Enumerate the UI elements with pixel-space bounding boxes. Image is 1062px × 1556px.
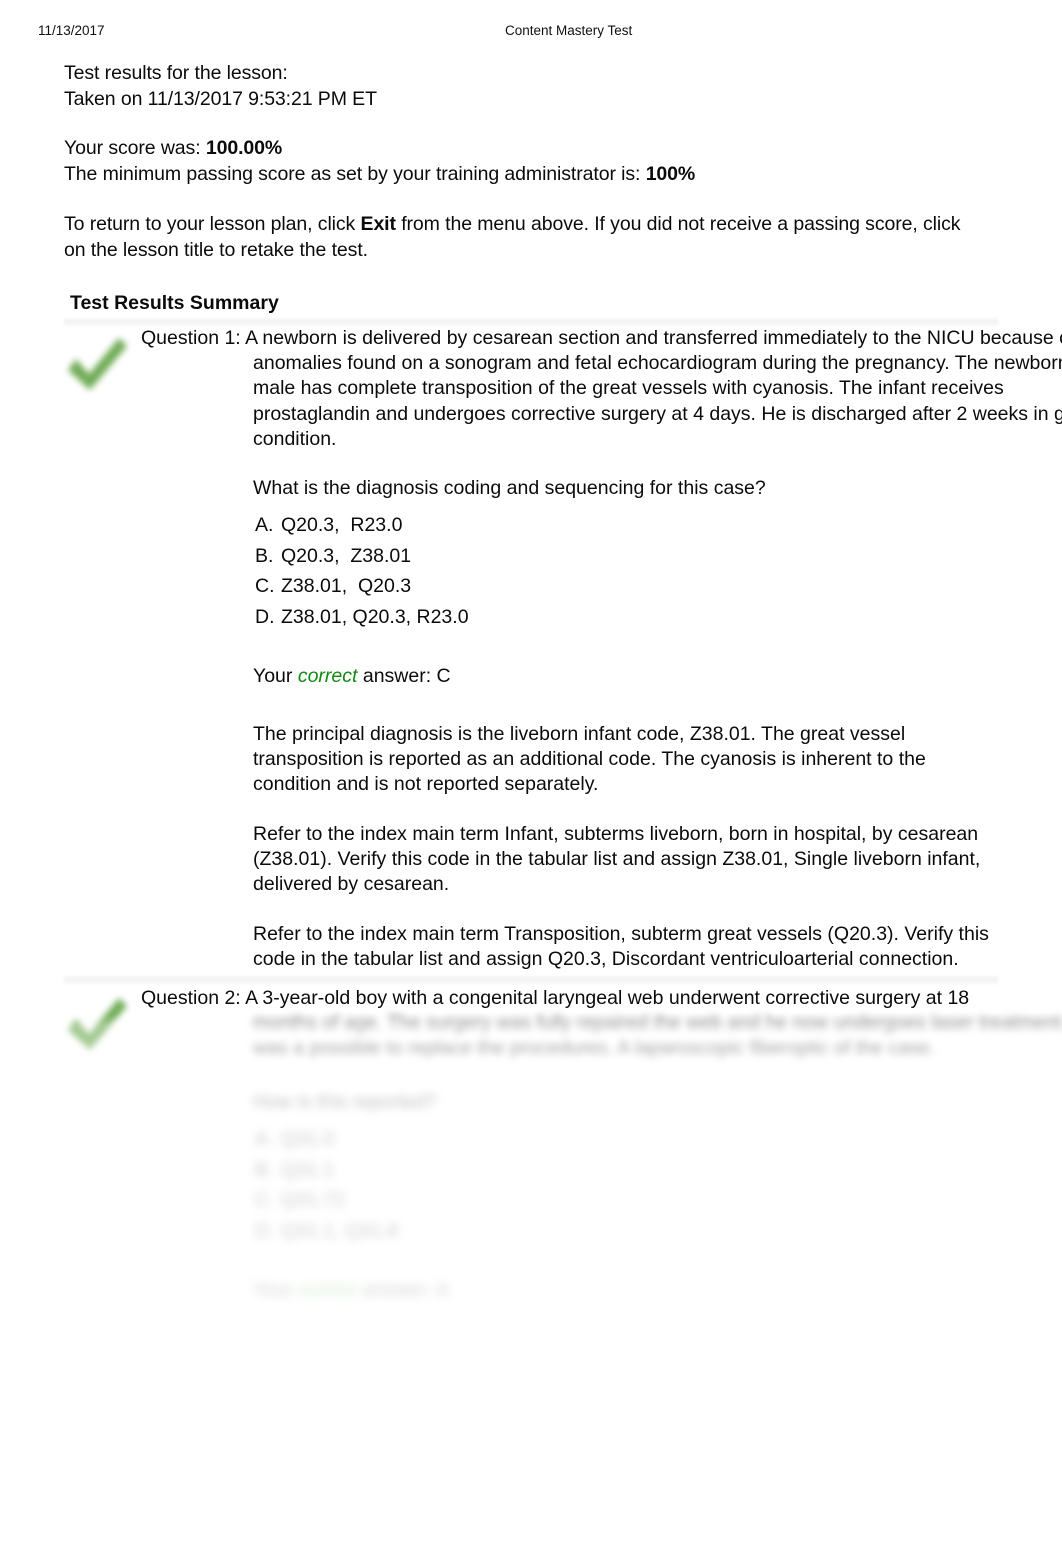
passing-score-label: The minimum passing score as set by your…: [64, 162, 646, 185]
answer-option[interactable]: D. Z38.01, Q20.3, R23.0: [255, 602, 955, 633]
explanation-paragraph: Refer to the index main term Infant, sub…: [253, 823, 981, 896]
answer-option-text: Z38.01, Q20.3: [281, 575, 412, 597]
your-answer-suffix: answer: C: [357, 665, 451, 687]
score-line: Your score was: 100.00%: [64, 136, 964, 162]
answer-options-list: A. Q20.3, R23.0 B. Q20.3, Z38.01 C. Z38.01,…: [255, 510, 955, 632]
print-header: 11/13/2017 Content Mastery Test: [0, 22, 1062, 40]
question-text: Question 1: A newborn is delivered by ce…: [141, 326, 1062, 452]
question-label: Question 1:: [141, 327, 241, 349]
green-check-icon: [62, 994, 132, 1060]
answer-option-text: Q20.3, R23.0: [281, 514, 403, 536]
instructions-part-1: To return to your lesson plan, click: [64, 213, 361, 235]
answer-option-letter: B.: [255, 544, 274, 567]
section-divider-question-2: [64, 976, 998, 985]
passing-score-value: 100%: [645, 162, 696, 185]
question-stem-faded: months of age. The surgery was fully rep…: [253, 1012, 1062, 1060]
answer-option-text: Q31.1, Q31.8: [281, 1219, 399, 1242]
answer-option[interactable]: A. Q20.3, R23.0: [255, 510, 955, 541]
answer-option[interactable]: D. Q31.1, Q31.8: [255, 1216, 955, 1247]
instructions-block: To return to your lesson plan, click Exi…: [64, 212, 984, 263]
your-answer-line: Your correct answer: A: [253, 1278, 448, 1303]
score-label: Your score was:: [64, 137, 206, 159]
intro-block: Test results for the lesson: Taken on 11…: [64, 61, 764, 112]
answer-option-text: Q20.3, Z38.01: [281, 544, 412, 567]
answer-option-text: Q31.0: [281, 1128, 335, 1150]
question-text: Question 2: A 3-year-old boy with a cong…: [141, 986, 1062, 1062]
answer-option[interactable]: C. Z38.01, Q20.3: [255, 571, 955, 602]
your-answer-line: Your correct answer: C: [253, 664, 451, 689]
content-fade-overlay: [0, 986, 1062, 1556]
answer-option[interactable]: A. Q31.0: [255, 1124, 955, 1155]
answer-options-list: A. Q31.0 B. Q31.1 C. Q31.72 D. Q31.1, Q31.8: [255, 1124, 955, 1246]
answer-option-letter: A.: [255, 1128, 274, 1150]
score-block: Your score was: 100.00% The minimum pass…: [64, 136, 964, 187]
answer-verdict: correct: [297, 1279, 358, 1301]
answer-option-letter: C.: [255, 575, 275, 597]
score-value: 100.00%: [205, 137, 283, 159]
your-answer-prefix: Your: [253, 1279, 298, 1301]
answer-option-letter: C.: [255, 1189, 275, 1211]
answer-option-letter: D.: [255, 1219, 275, 1242]
answer-option-text: Z38.01, Q20.3, R23.0: [281, 605, 469, 628]
header-date: 11/13/2017: [38, 23, 105, 38]
your-answer-prefix: Your: [253, 665, 298, 687]
question-stem: A newborn is delivered by cesarean secti…: [240, 327, 1062, 450]
intro-line-2: Taken on 11/13/2017 9:53:21 PM ET: [64, 87, 377, 110]
answer-option[interactable]: B. Q31.1: [255, 1155, 955, 1186]
answer-option-letter: B.: [255, 1158, 274, 1181]
answer-option-text: Q31.72: [281, 1189, 345, 1211]
test-results-summary-heading: Test Results Summary: [70, 292, 279, 314]
answer-option-letter: D.: [255, 605, 275, 628]
answer-option-text: Q31.1: [281, 1158, 335, 1181]
question-stem-visible: A 3-year-old boy with a congenital laryn…: [240, 987, 970, 1009]
passing-score-line: The minimum passing score as set by your…: [64, 162, 964, 188]
answer-verdict: correct: [297, 665, 358, 687]
question-stem: A 3-year-old boy with a congenital laryn…: [241, 987, 1062, 1059]
answer-option-letter: A.: [255, 514, 274, 536]
explanation-paragraph: Refer to the index main term Transpositi…: [253, 923, 989, 971]
question-prompt: How is this reported?: [253, 1091, 437, 1113]
intro-line-1: Test results for the lesson:: [64, 62, 288, 84]
question-label: Question 2:: [141, 987, 241, 1009]
green-check-icon: [62, 334, 132, 400]
question-prompt: What is the diagnosis coding and sequenc…: [253, 477, 766, 499]
answer-option[interactable]: C. Q31.72: [255, 1185, 955, 1216]
header-title: Content Mastery Test: [505, 23, 633, 38]
answer-option[interactable]: B. Q20.3, Z38.01: [255, 541, 955, 572]
exit-keyword: Exit: [360, 213, 396, 235]
your-answer-suffix: answer: A: [357, 1279, 449, 1301]
explanation-paragraph: The principal diagnosis is the liveborn …: [253, 723, 926, 796]
